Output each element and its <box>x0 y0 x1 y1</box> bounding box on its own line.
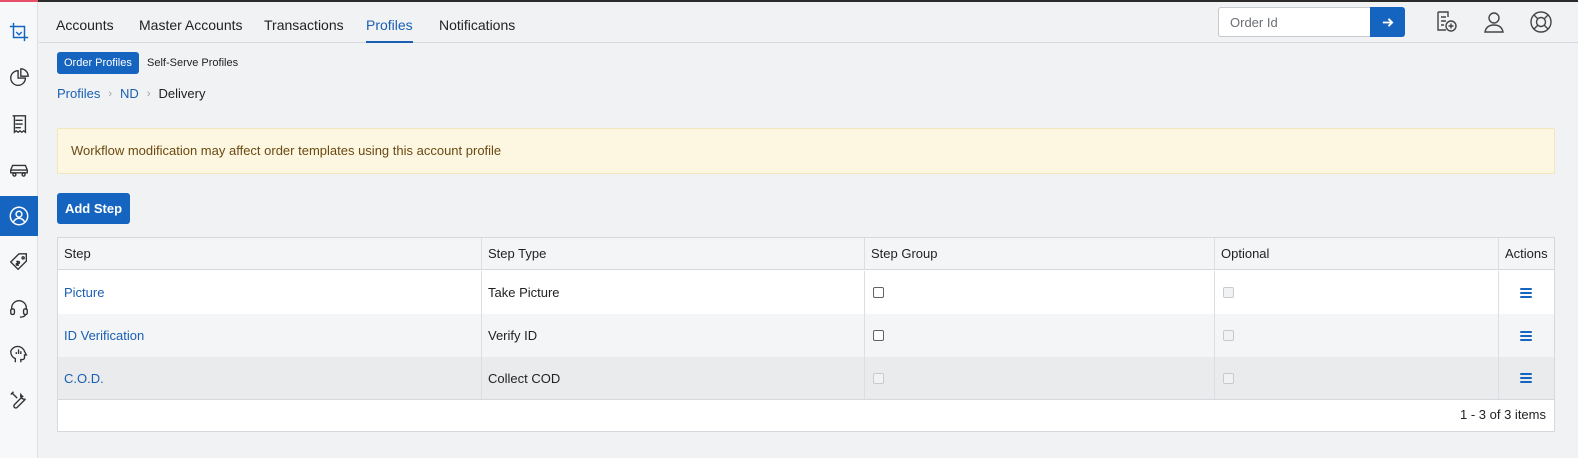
price-tag-icon <box>9 253 28 271</box>
column-header-step[interactable]: Step <box>58 238 482 269</box>
user-icon[interactable] <box>1482 10 1506 34</box>
sidebar-item-analytics[interactable] <box>0 334 38 374</box>
step-group-checkbox[interactable] <box>873 287 884 298</box>
step-type: Take Picture <box>488 285 560 300</box>
table-row: ID Verification Verify ID <box>58 314 1554 357</box>
user-circle-icon <box>9 206 29 226</box>
order-id-search-input[interactable] <box>1218 7 1370 37</box>
add-step-button[interactable]: Add Step <box>57 193 130 224</box>
subtab-self-serve-profiles[interactable]: Self-Serve Profiles <box>140 52 245 74</box>
row-actions-menu-icon[interactable] <box>1520 373 1532 383</box>
breadcrumb-nd-link[interactable]: ND <box>120 86 139 101</box>
sidebar-item-support[interactable] <box>0 288 38 328</box>
tab-transactions[interactable]: Transactions <box>264 17 344 33</box>
sidebar-item-pricing[interactable] <box>0 242 38 282</box>
pie-chart-icon <box>10 68 29 86</box>
sidebar-item-orders[interactable] <box>0 104 38 144</box>
sidebar-item-reports[interactable] <box>0 58 38 98</box>
breadcrumb: Profiles › ND › Delivery <box>57 86 205 101</box>
column-header-optional[interactable]: Optional <box>1215 238 1499 269</box>
chevron-right-icon: › <box>108 87 113 100</box>
chevron-right-icon: › <box>146 87 151 100</box>
tab-profiles[interactable]: Profiles <box>366 17 413 43</box>
crop-logo-icon <box>9 22 29 42</box>
step-name-link[interactable]: C.O.D. <box>64 371 104 386</box>
step-group-checkbox[interactable] <box>873 330 884 341</box>
sidebar-item-home[interactable] <box>0 12 38 52</box>
step-name-link[interactable]: Picture <box>64 285 104 300</box>
column-header-step-group[interactable]: Step Group <box>865 238 1215 269</box>
warning-alert: Workflow modification may affect order t… <box>57 128 1555 174</box>
breadcrumb-profiles-link[interactable]: Profiles <box>57 86 100 101</box>
sidebar-item-settings[interactable] <box>0 380 38 420</box>
steps-table: Step Step Type Step Group Optional Actio… <box>57 237 1555 432</box>
table-row: Picture Take Picture <box>58 271 1554 314</box>
step-type: Collect COD <box>488 370 561 386</box>
tab-accounts[interactable]: Accounts <box>56 17 114 33</box>
tab-notifications[interactable]: Notifications <box>439 17 515 33</box>
step-name-link[interactable]: ID Verification <box>64 328 144 343</box>
sidebar-item-delivery[interactable] <box>0 150 38 190</box>
car-icon <box>10 164 28 177</box>
optional-checkbox <box>1223 330 1234 341</box>
sidebar-item-profiles[interactable] <box>0 196 38 236</box>
lifebuoy-icon[interactable] <box>1529 10 1553 34</box>
receipt-icon <box>12 115 27 134</box>
step-group-checkbox <box>873 372 884 384</box>
row-actions-menu-icon[interactable] <box>1520 330 1532 341</box>
tab-master-accounts[interactable]: Master Accounts <box>139 17 243 33</box>
tools-icon <box>10 391 26 409</box>
search-submit-button[interactable] <box>1370 7 1405 37</box>
head-analytics-icon <box>10 345 28 363</box>
table-row: C.O.D. Collect COD <box>58 357 1554 400</box>
arrow-right-icon <box>1382 17 1394 27</box>
optional-checkbox <box>1223 372 1234 384</box>
step-type: Verify ID <box>488 328 538 343</box>
table-header: Step Step Type Step Group Optional Actio… <box>58 238 1554 270</box>
column-header-step-type[interactable]: Step Type <box>482 238 865 269</box>
breadcrumb-current: Delivery <box>158 86 206 101</box>
subtab-order-profiles[interactable]: Order Profiles <box>57 52 139 74</box>
headset-icon <box>10 300 28 318</box>
sidebar <box>0 2 38 458</box>
optional-checkbox <box>1223 287 1234 298</box>
row-actions-menu-icon[interactable] <box>1520 287 1532 298</box>
pagination-info: 1 - 3 of 3 items <box>1460 407 1546 422</box>
column-header-actions: Actions <box>1505 246 1548 261</box>
document-add-icon[interactable] <box>1434 10 1458 34</box>
